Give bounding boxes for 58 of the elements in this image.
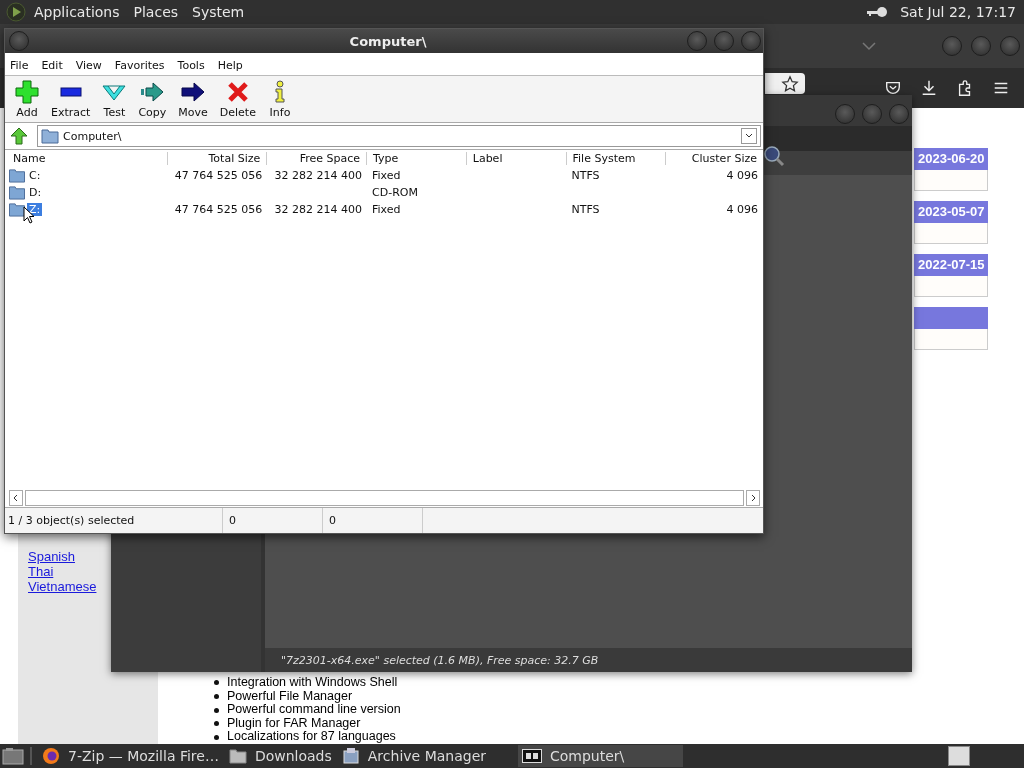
clock[interactable]: Sat Jul 22, 17:17 <box>900 4 1016 20</box>
column-header[interactable]: Cluster Size <box>666 152 763 165</box>
menu-item[interactable]: File <box>10 58 29 72</box>
language-link[interactable]: Spanish <box>28 549 75 564</box>
drive-name[interactable]: D: <box>27 186 44 199</box>
toolbar-button[interactable]: Copy <box>132 79 173 119</box>
date-label: 2023-05-07 <box>914 201 988 223</box>
menu-item[interactable]: Favorites <box>114 58 165 72</box>
column-header[interactable]: File System <box>566 152 667 165</box>
column-header[interactable]: Label <box>466 152 567 165</box>
table-cell: 47 764 525 056 <box>174 203 263 216</box>
taskbar-item[interactable]: Archive Manager <box>337 745 490 767</box>
column-header[interactable]: Free Space <box>267 152 368 165</box>
menu-item[interactable]: Help <box>217 58 243 72</box>
toolbar-button[interactable]: Test <box>96 79 133 119</box>
column-header[interactable]: Type <box>367 152 467 165</box>
panel-menu[interactable]: Applications <box>34 4 120 20</box>
status-field: 0 <box>323 508 423 533</box>
window-title: Computer\ <box>348 33 428 49</box>
menu-item[interactable]: Edit <box>41 58 63 72</box>
toolbar-button[interactable]: Extract <box>45 79 97 119</box>
table-cell: 4 096 <box>726 203 758 216</box>
table-cell: 47 764 525 056 <box>174 169 263 182</box>
toolbar-button[interactable]: Info <box>261 79 298 119</box>
panel-menu[interactable]: System <box>192 4 245 20</box>
language-link[interactable]: Vietnamese <box>28 579 97 594</box>
date-label: 2022-07-15 <box>914 254 988 276</box>
feature-item: Plugin for FAR Manager <box>227 716 361 731</box>
column-header[interactable]: Name <box>7 152 168 165</box>
table-cell: CD-ROM <box>372 186 418 199</box>
panel-menu[interactable]: Places <box>133 4 179 20</box>
taskbar-item[interactable]: Downloads <box>224 745 336 767</box>
column-header[interactable]: Total Size <box>167 152 268 165</box>
menu-item[interactable]: Tools <box>177 58 205 72</box>
status-text: "7z2301-x64.exe" selected (1.6 MB), Free space: 32.7 GB <box>281 653 599 667</box>
path-field[interactable]: Computer\ <box>37 125 761 147</box>
toolbar-button[interactable]: Delete <box>213 79 262 119</box>
feature-item: Powerful command line version <box>227 703 401 717</box>
table-cell: 4 096 <box>726 169 758 182</box>
table-cell: Fixed <box>372 169 401 182</box>
drive-name[interactable]: C: <box>27 169 43 182</box>
status-field: 0 <box>223 508 323 533</box>
taskbar-item[interactable]: 7-Zip — Mozilla Fire… <box>38 745 223 767</box>
table-cell: NTFS <box>571 203 600 216</box>
table-cell: 32 282 214 400 <box>274 169 362 182</box>
date-label: 2023-06-20 <box>914 148 988 170</box>
feature-item: Localizations for 87 languages <box>227 730 396 744</box>
feature-item: Powerful File Manager <box>227 689 353 704</box>
menu-item[interactable]: View <box>75 58 102 72</box>
table-cell: NTFS <box>571 169 600 182</box>
language-link[interactable]: Thai <box>28 564 54 579</box>
toolbar-button[interactable]: Move <box>172 79 214 119</box>
taskbar-item[interactable]: Computer\ <box>518 745 683 767</box>
table-cell: 32 282 214 400 <box>274 203 362 216</box>
feature-item: Integration with Windows Shell <box>227 676 398 690</box>
table-cell: Fixed <box>372 203 401 216</box>
toolbar-button[interactable]: Add <box>9 79 45 119</box>
status-field: 1 / 3 object(s) selected <box>5 508 223 533</box>
